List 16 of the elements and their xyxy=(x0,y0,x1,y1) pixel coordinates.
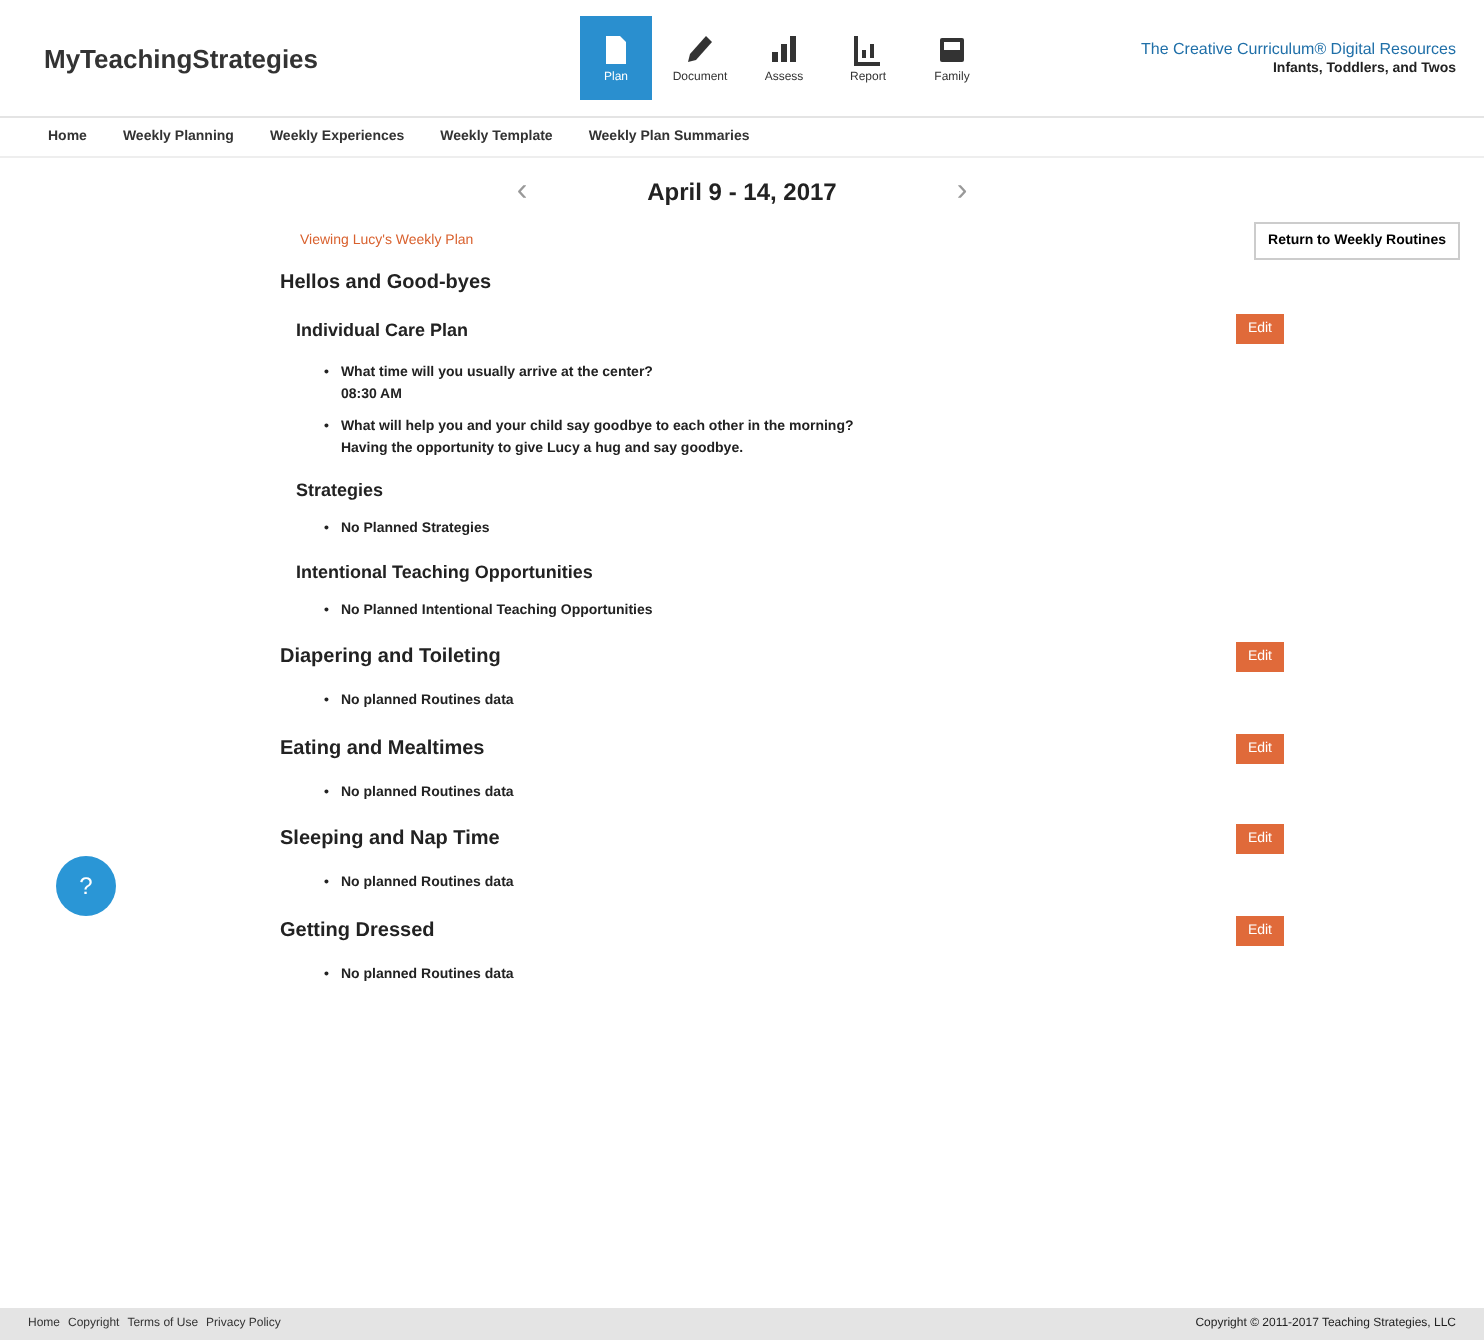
logo[interactable]: MyTeachingStrategies xyxy=(44,43,580,73)
section-heading: Diapering and Toileting xyxy=(280,646,501,668)
section-heading: Hellos and Good-byes xyxy=(280,272,492,294)
section-heading: Eating and Mealtimes xyxy=(280,737,485,759)
section-heading: Sleeping and Nap Time xyxy=(280,828,500,850)
week-title: April 9 - 14, 2017 xyxy=(647,178,837,206)
chart-icon xyxy=(854,33,882,65)
product-title: The Creative Curriculum® Digital Resources xyxy=(1141,40,1456,58)
group-heading: Intentional Teaching Opportunities xyxy=(296,561,593,581)
group-heading: Strategies xyxy=(296,480,384,500)
tablet-icon xyxy=(938,33,966,65)
section-heading: Getting Dressed xyxy=(280,919,435,941)
pencil-icon xyxy=(686,33,714,65)
document-icon xyxy=(602,33,630,65)
bar-chart-icon xyxy=(770,33,798,65)
group-heading: Individual Care Plan xyxy=(296,319,469,339)
